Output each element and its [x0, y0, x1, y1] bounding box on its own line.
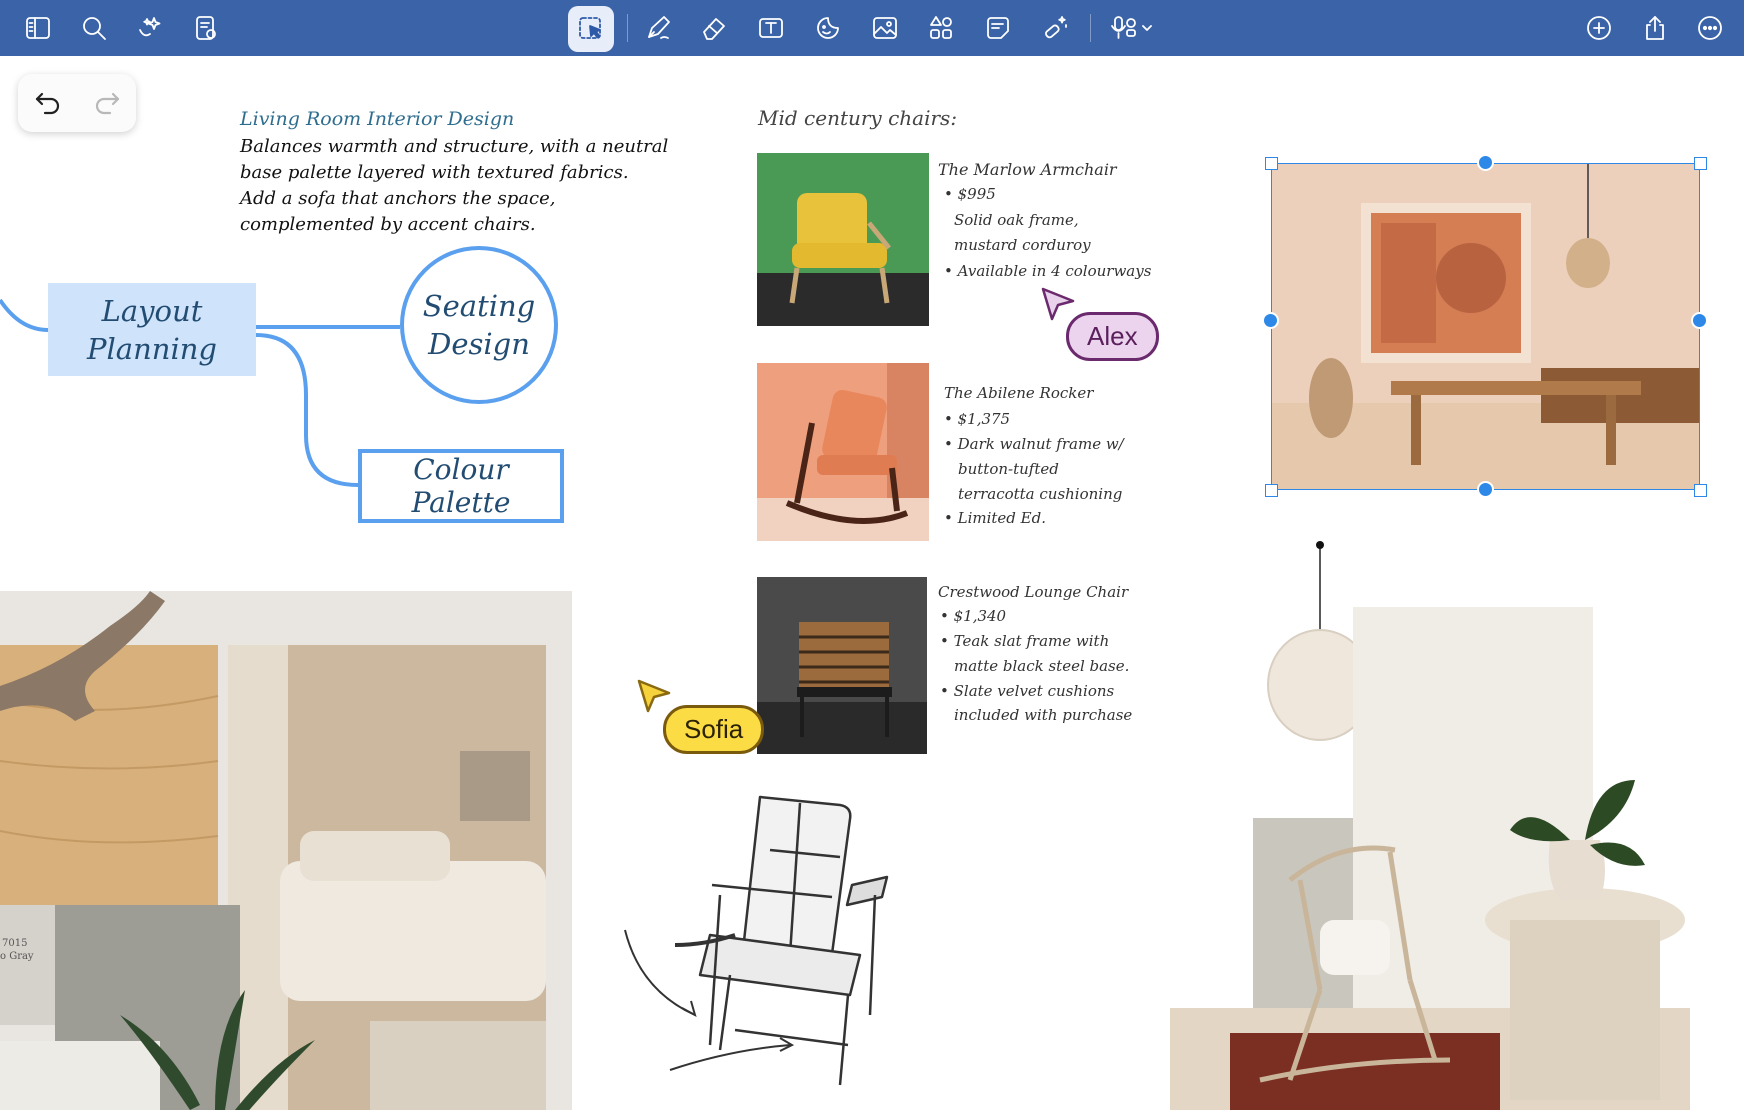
page-settings-icon[interactable]: [186, 8, 226, 48]
sticky-note-icon[interactable]: [978, 8, 1018, 48]
undo-redo-panel: [18, 74, 136, 132]
marlow-armchair-photo[interactable]: [757, 153, 929, 326]
chair-2-line: • $1,375: [944, 410, 1011, 428]
mindmap-node-layout-planning[interactable]: Layout Planning: [48, 283, 256, 376]
chair-1-line: • $995: [944, 185, 996, 203]
sofia-cursor-icon: [637, 679, 671, 713]
undo-icon[interactable]: [33, 86, 63, 120]
chair-2-line: • Limited Ed.: [944, 509, 1046, 527]
chair-3-line: included with purchase: [954, 706, 1133, 724]
chair-1-line: mustard corduroy: [954, 236, 1091, 254]
sidebar-icon[interactable]: [18, 8, 58, 48]
mindmap-node-seating-design[interactable]: Seating Design: [400, 246, 558, 404]
chair-2-line: button-tufted: [958, 460, 1059, 478]
resize-handle-top-right[interactable]: [1694, 157, 1707, 170]
selection-icon[interactable]: [568, 6, 614, 52]
resize-handle-top[interactable]: [1477, 154, 1494, 171]
chair-3-line: • Teak slat frame with: [940, 632, 1110, 650]
pen-icon[interactable]: [638, 8, 678, 48]
bedroom-moodboard-collage[interactable]: [0, 591, 572, 1110]
living-room-moodboard-collage[interactable]: [1170, 540, 1700, 1110]
resize-handle-right[interactable]: [1691, 312, 1708, 329]
resize-handle-top-left[interactable]: [1265, 157, 1278, 170]
chairs-heading: Mid century chairs:: [758, 106, 958, 130]
sparkle-icon[interactable]: [130, 8, 170, 48]
swatch-code: 7015: [2, 938, 28, 949]
shapes-icon[interactable]: [921, 8, 961, 48]
crestwood-lounge-photo[interactable]: [757, 577, 927, 754]
chair-3-name: Crestwood Lounge Chair: [938, 583, 1129, 601]
voice-icon[interactable]: [1102, 8, 1162, 48]
resize-handle-bottom-left[interactable]: [1265, 484, 1278, 497]
mindmap-node-colour-palette[interactable]: Colour Palette: [358, 449, 564, 523]
share-icon[interactable]: [1635, 8, 1675, 48]
text-box-icon[interactable]: [751, 8, 791, 48]
chair-2-line: terracotta cushioning: [958, 485, 1123, 503]
chair-2-line: • Dark walnut frame w/: [944, 435, 1124, 453]
toolbar: [0, 0, 1744, 56]
resize-handle-bottom-right[interactable]: [1694, 484, 1707, 497]
chair-3-line: • Slate velvet cushions: [940, 682, 1115, 700]
image-icon[interactable]: [865, 8, 905, 48]
chair-3-line: matte black steel base.: [954, 657, 1130, 675]
chair-2-name: The Abilene Rocker: [944, 384, 1094, 402]
note-body: Balances warmth and structure, with a ne…: [240, 136, 669, 235]
add-icon[interactable]: [1579, 8, 1619, 48]
alex-cursor-icon: [1041, 287, 1075, 321]
chair-3-line: • $1,340: [940, 607, 1007, 625]
selection-frame: [1271, 163, 1700, 490]
toolbar-divider: [627, 14, 628, 42]
sticker-icon[interactable]: [808, 8, 848, 48]
chair-1-name: The Marlow Armchair: [938, 160, 1117, 179]
resize-handle-bottom[interactable]: [1477, 481, 1494, 498]
eraser-icon[interactable]: [694, 8, 734, 48]
redo-icon[interactable]: [92, 86, 122, 120]
alex-cursor-label: Alex: [1066, 312, 1159, 361]
toolbar-divider: [1090, 14, 1091, 42]
note-title: Living Room Interior Design: [240, 108, 515, 130]
search-icon[interactable]: [74, 8, 114, 48]
abilene-rocker-photo[interactable]: [757, 363, 929, 541]
magic-wand-icon[interactable]: [1035, 8, 1075, 48]
more-icon[interactable]: [1690, 8, 1730, 48]
sofia-cursor-label: Sofia: [663, 705, 765, 754]
swatch-name: o Gray: [0, 951, 34, 962]
chair-1-line: Solid oak frame,: [954, 211, 1079, 229]
resize-handle-left[interactable]: [1262, 312, 1279, 329]
chair-1-line: • Available in 4 colourways: [944, 262, 1152, 280]
chair-sketch[interactable]: [620, 785, 970, 1095]
